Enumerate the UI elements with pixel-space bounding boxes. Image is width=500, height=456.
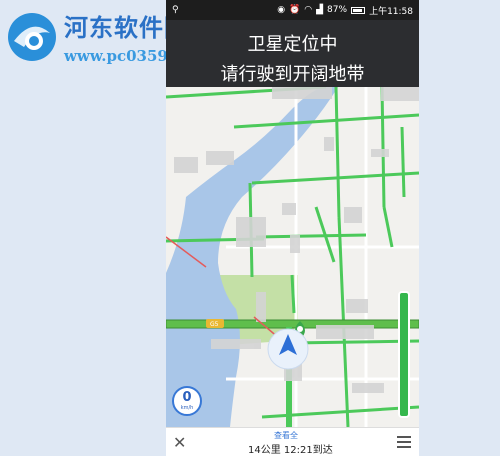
- banner-line-2: 请行驶到开阔地带: [220, 64, 365, 85]
- road-label: G5: [210, 321, 219, 328]
- map-canvas[interactable]: G5: [166, 85, 419, 428]
- highway: [166, 319, 419, 329]
- location-icon: ◉: [277, 5, 286, 15]
- navigation-bottom-bar: ✕ 查看全 14公里 12:21到达: [166, 427, 419, 456]
- menu-icon[interactable]: [397, 436, 411, 451]
- banner-line-1: 卫星定位中: [247, 34, 338, 55]
- wifi-icon: ◠: [304, 5, 313, 15]
- usb-icon: ⚲: [172, 5, 179, 15]
- speedometer: 0 km/h: [172, 386, 202, 416]
- speed-unit: km/h: [180, 405, 194, 411]
- traffic-bar: [398, 291, 410, 418]
- signal-icon: ▟: [316, 5, 324, 15]
- site-logo-icon: [8, 12, 56, 61]
- view-full-route-button[interactable]: 查看全: [274, 430, 298, 441]
- alarm-icon: ⏰: [289, 5, 301, 15]
- satellite-status-banner: 卫星定位中 请行驶到开阔地带: [166, 20, 419, 87]
- phone-screen: G5 ⚲ ◉ ⏰ ◠ ▟ 87% 上午11:58 卫星定位中 请行驶到开阔地带 …: [166, 0, 419, 456]
- map-view[interactable]: G5: [166, 85, 419, 428]
- trip-summary: 14公里 12:21到达: [248, 445, 333, 456]
- status-bar: ⚲ ◉ ⏰ ◠ ▟ 87% 上午11:58: [166, 0, 419, 20]
- clock: 上午11:58: [369, 6, 413, 17]
- close-icon[interactable]: ✕: [173, 433, 186, 452]
- battery-percent: 87%: [327, 5, 348, 15]
- battery-icon: [351, 6, 366, 14]
- speed-value: 0: [182, 390, 192, 405]
